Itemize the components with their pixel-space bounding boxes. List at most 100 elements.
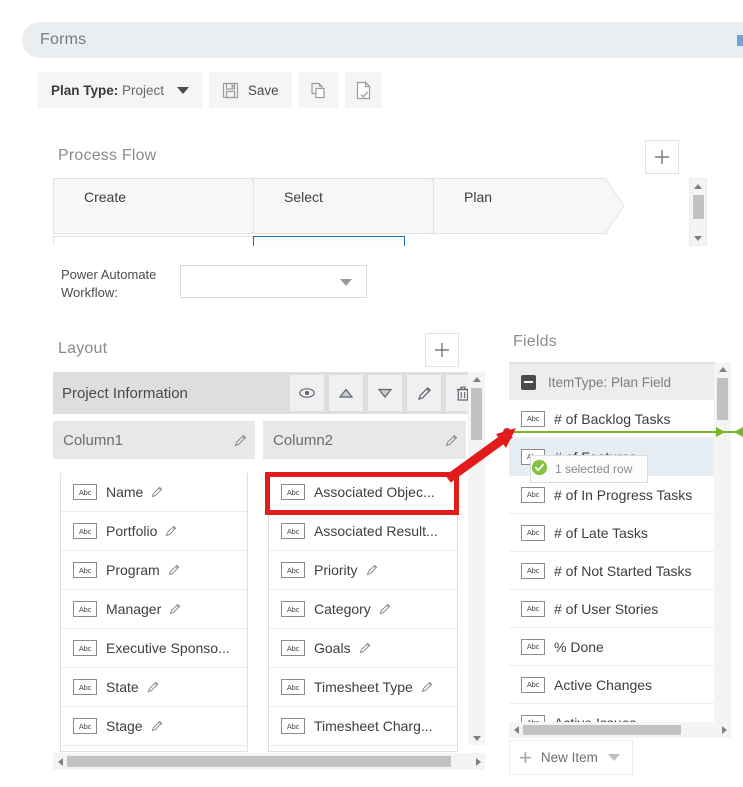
new-item-button[interactable]: + New Item xyxy=(509,740,633,775)
scroll-right-arrow-icon[interactable] xyxy=(717,722,731,738)
pencil-icon[interactable] xyxy=(436,433,466,448)
scroll-up-arrow-icon[interactable] xyxy=(690,179,706,193)
layout-field-label: Program xyxy=(106,562,160,578)
layout-field-row[interactable]: Abc Associated Result... xyxy=(269,512,457,551)
process-flow-stages: Create Select Plan Manage Close xyxy=(53,178,687,246)
caret-down-icon xyxy=(176,87,189,95)
layout-field-label: Executive Sponso... xyxy=(106,640,230,656)
caret-down-icon[interactable] xyxy=(607,754,620,761)
process-stage-close[interactable]: Close xyxy=(253,236,405,246)
pencil-icon[interactable] xyxy=(168,602,182,616)
layout-field-row[interactable]: Abc Portfolio xyxy=(61,512,247,551)
scrollbar-thumb[interactable] xyxy=(67,756,451,767)
layout-field-label: State xyxy=(106,679,139,695)
layout-column-header-1: Column1 xyxy=(53,421,255,459)
power-automate-workflow-select[interactable] xyxy=(180,265,367,298)
pencil-icon[interactable] xyxy=(167,563,181,577)
field-type-badge: Abc xyxy=(521,524,545,541)
layout-field-label: Timesheet Charg... xyxy=(314,718,433,734)
pencil-icon[interactable] xyxy=(146,680,160,694)
scroll-right-arrow-icon[interactable] xyxy=(471,753,485,770)
scroll-up-arrow-icon[interactable] xyxy=(468,372,485,386)
fields-panel-row-label: Active Changes xyxy=(554,676,653,693)
layout-horizontal-scrollbar[interactable] xyxy=(53,753,485,770)
fields-panel-row[interactable]: Abc # of User Stories xyxy=(509,590,731,628)
pencil-icon[interactable] xyxy=(358,641,372,655)
add-layout-section-button[interactable] xyxy=(425,333,459,367)
fields-panel-row[interactable]: Abc # of Late Tasks xyxy=(509,514,731,552)
scrollbar-thumb[interactable] xyxy=(471,388,482,440)
layout-field-row[interactable]: Abc Goals xyxy=(269,629,457,668)
layout-field-row[interactable]: Abc Priority xyxy=(269,551,457,590)
fields-group-header[interactable]: ItemType: Plan Field xyxy=(509,364,731,400)
layout-column-header-2: Column2 xyxy=(263,421,466,459)
new-document-button[interactable] xyxy=(344,72,382,108)
scroll-left-arrow-icon[interactable] xyxy=(53,753,67,770)
process-stage-select[interactable]: Select xyxy=(253,178,451,234)
pencil-icon[interactable] xyxy=(420,680,434,694)
fields-vertical-scrollbar[interactable] xyxy=(714,362,731,734)
plan-type-dropdown[interactable]: Plan Type: Project xyxy=(38,72,202,108)
layout-title: Layout xyxy=(58,340,108,357)
layout-field-row[interactable]: Abc Stage xyxy=(61,707,247,746)
pencil-icon[interactable] xyxy=(164,524,178,538)
page-title: Forms xyxy=(40,31,87,48)
add-process-flow-button[interactable] xyxy=(645,140,679,174)
layout-field-row[interactable]: Abc Executive Sponso... xyxy=(61,629,247,668)
fields-horizontal-scrollbar[interactable] xyxy=(509,722,731,738)
pencil-icon[interactable] xyxy=(365,563,379,577)
scroll-up-arrow-icon[interactable] xyxy=(714,362,731,376)
plus-icon xyxy=(655,150,669,164)
field-type-badge: Abc xyxy=(73,679,97,695)
fields-panel-title: Fields xyxy=(513,333,557,350)
collapse-minus-icon[interactable] xyxy=(521,374,536,390)
layout-field-label: Name xyxy=(106,484,144,500)
triangle-down-icon[interactable] xyxy=(368,375,402,411)
layout-field-row[interactable]: Abc Manager xyxy=(61,590,247,629)
fields-panel-row[interactable]: Abc % Done xyxy=(509,628,731,666)
layout-field-label: Priority xyxy=(314,562,358,578)
field-type-badge: Abc xyxy=(281,718,305,734)
scroll-down-arrow-icon[interactable] xyxy=(468,731,485,745)
fields-panel-row-label: % Done xyxy=(554,638,604,655)
eye-icon[interactable] xyxy=(290,375,324,411)
process-flow-scrollbar[interactable] xyxy=(689,178,707,246)
fields-group-label: ItemType: Plan Field xyxy=(548,374,672,390)
new-item-label: New Item xyxy=(540,750,598,765)
process-stage-create[interactable]: Create xyxy=(53,178,271,234)
plus-icon: + xyxy=(519,744,532,770)
layout-field-row[interactable]: Abc State xyxy=(61,668,247,707)
process-stage-plan[interactable]: Plan xyxy=(433,178,625,234)
copy-button[interactable] xyxy=(298,72,338,108)
layout-field-row[interactable]: Abc Timesheet Type xyxy=(269,668,457,707)
save-button[interactable]: Save xyxy=(208,72,292,108)
document-check-icon xyxy=(355,80,372,100)
scrollbar-thumb[interactable] xyxy=(523,725,681,735)
power-automate-label: Power Automate Workflow: xyxy=(61,267,157,300)
fields-panel-row[interactable]: Abc Active Changes xyxy=(509,666,731,704)
scrollbar-thumb[interactable] xyxy=(717,378,728,420)
pencil-icon[interactable] xyxy=(378,602,392,616)
triangle-up-icon[interactable] xyxy=(329,375,363,411)
process-stage-manage[interactable]: Manage xyxy=(53,236,259,246)
pencil-icon[interactable] xyxy=(225,433,255,448)
layout-field-row[interactable]: Abc Timesheet Charg... xyxy=(269,707,457,746)
layout-field-row[interactable]: Abc Category xyxy=(269,590,457,629)
highlight-box-annotation xyxy=(265,472,459,515)
scroll-left-arrow-icon[interactable] xyxy=(509,722,523,738)
process-stage-label: Plan xyxy=(464,189,493,205)
pencil-icon[interactable] xyxy=(150,485,164,499)
pencil-icon[interactable] xyxy=(150,719,164,733)
scroll-down-arrow-icon[interactable] xyxy=(690,231,706,245)
fields-panel-list: ItemType: Plan Field Abc # of Backlog Tas… xyxy=(509,362,731,734)
scrollbar-thumb[interactable] xyxy=(693,195,704,219)
layout-column-name: Column2 xyxy=(273,431,334,449)
app-header-bar: Forms xyxy=(22,22,743,58)
fields-panel-row[interactable]: Abc # of Not Started Tasks xyxy=(509,552,731,590)
layout-field-row[interactable]: Abc Name xyxy=(61,473,247,512)
pencil-icon[interactable] xyxy=(407,375,441,411)
layout-vertical-scrollbar[interactable] xyxy=(468,372,485,745)
fields-items-container: Abc# of Backlog TasksAbc# of FeaturesAbc… xyxy=(509,400,731,734)
layout-field-row[interactable]: Abc Program xyxy=(61,551,247,590)
fields-panel-row[interactable]: Abc # of Backlog Tasks xyxy=(509,400,731,438)
